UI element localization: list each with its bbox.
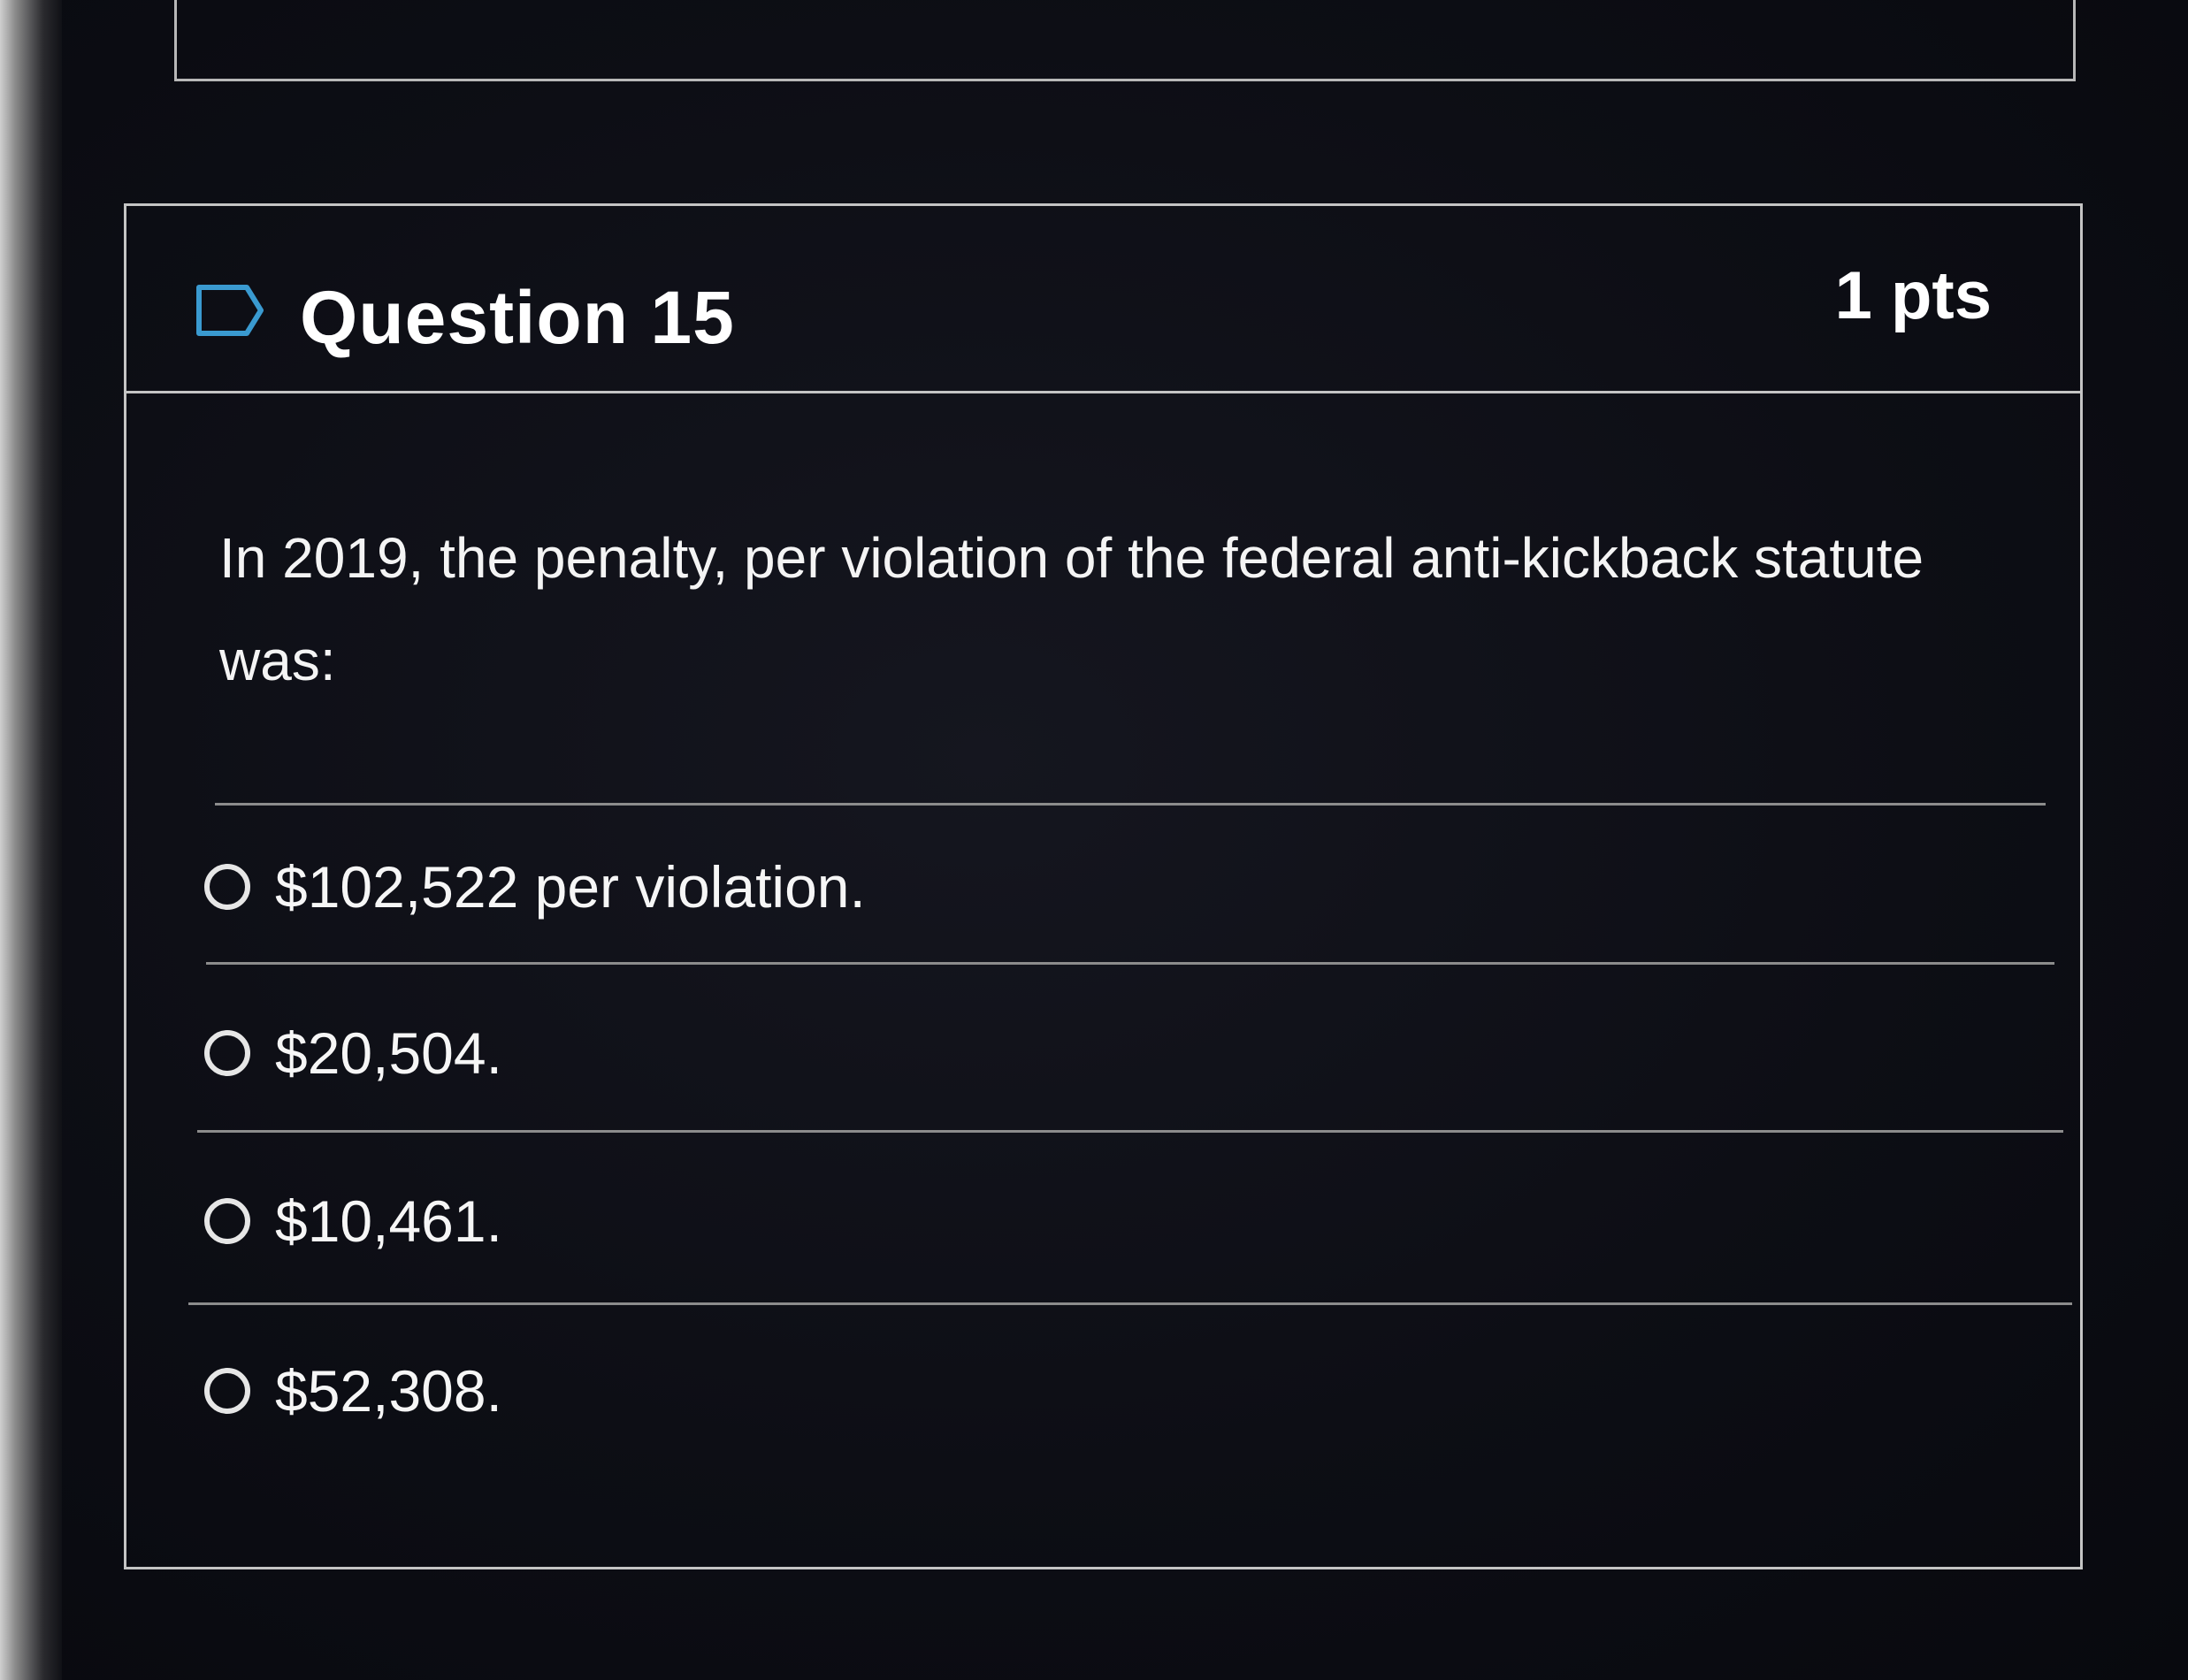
question-card: Question 15 1 pts In 2019, the penalty, … bbox=[124, 203, 2083, 1569]
answer-divider bbox=[188, 1302, 2072, 1305]
flag-icon[interactable] bbox=[195, 284, 266, 337]
screen: Question 15 1 pts In 2019, the penalty, … bbox=[0, 0, 2188, 1680]
question-text: In 2019, the penalty, per violation of t… bbox=[219, 526, 1924, 692]
answer-label: $20,504. bbox=[275, 1020, 502, 1086]
answer-option[interactable]: $102,522 per violation. bbox=[204, 851, 866, 922]
answer-label: $52,308. bbox=[275, 1358, 502, 1424]
question-header: Question 15 1 pts bbox=[126, 206, 2080, 393]
answer-option[interactable]: $10,461. bbox=[204, 1186, 502, 1256]
answer-label: $102,522 per violation. bbox=[275, 854, 866, 920]
radio-unchecked-icon[interactable] bbox=[204, 1368, 250, 1414]
radio-unchecked-icon[interactable] bbox=[204, 1198, 250, 1244]
answer-label: $10,461. bbox=[275, 1188, 502, 1254]
answer-divider bbox=[215, 803, 2046, 806]
radio-unchecked-icon[interactable] bbox=[204, 864, 250, 910]
radio-unchecked-icon[interactable] bbox=[204, 1030, 250, 1076]
question-title: Question 15 bbox=[300, 276, 735, 359]
answer-option[interactable]: $52,308. bbox=[204, 1355, 502, 1426]
answer-divider bbox=[197, 1130, 2063, 1133]
answer-option[interactable]: $20,504. bbox=[204, 1018, 502, 1088]
answer-divider bbox=[206, 962, 2054, 965]
question-points: 1 pts bbox=[1834, 258, 1992, 333]
previous-question-card bbox=[174, 0, 2076, 81]
device-bezel bbox=[0, 0, 62, 1680]
